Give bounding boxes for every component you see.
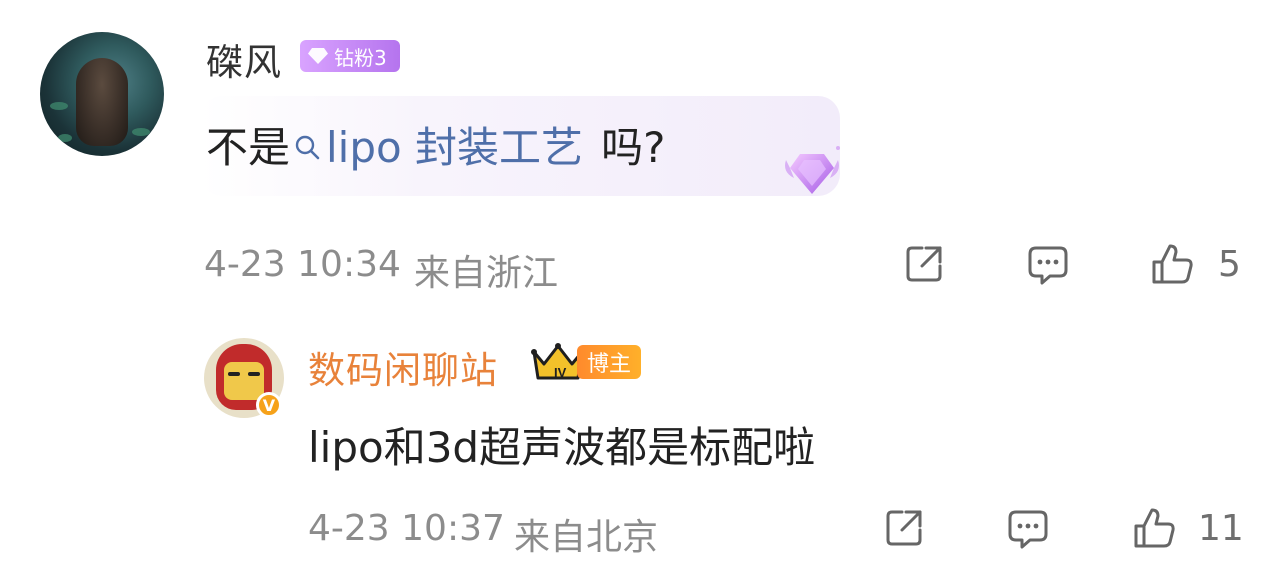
comment-text-prefix: 不是 — [206, 123, 291, 172]
leaf-decoration — [58, 134, 72, 142]
avatar-figure — [76, 58, 128, 146]
username[interactable]: 磔风 — [206, 32, 282, 86]
diamond-gem-icon — [308, 48, 328, 64]
faceplate-shape — [224, 362, 264, 400]
comment-time: 4-23 10:34 — [204, 244, 401, 285]
like-icon[interactable] — [1132, 506, 1176, 550]
search-icon — [295, 135, 320, 159]
diamond-medal-icon — [785, 146, 840, 194]
share-icon[interactable] — [902, 242, 946, 286]
leaf-decoration — [132, 128, 150, 136]
topic-label: lipo 封装工艺 — [326, 123, 584, 172]
comment-time: 4-23 10:37 — [308, 508, 505, 549]
avatar[interactable] — [40, 32, 164, 156]
blogger-badge[interactable]: 博主 — [577, 345, 641, 379]
like-icon[interactable] — [1150, 242, 1194, 286]
comment-location: 来自北京 — [514, 517, 659, 558]
comment-text: 不是 lipo 封装工艺 吗? — [206, 114, 665, 175]
comment-location: 来自浙江 — [414, 253, 559, 294]
comment-text: lipo和3d超声波都是标配啦 — [308, 423, 816, 472]
like-count: 5 — [1218, 244, 1241, 285]
fan-level-badge[interactable]: 钻粉3 — [300, 40, 400, 72]
crown-level-text: IV — [554, 365, 567, 380]
comment-icon[interactable] — [1026, 242, 1070, 286]
comment-icon[interactable] — [1006, 506, 1050, 550]
like-count: 11 — [1198, 508, 1244, 549]
share-icon[interactable] — [882, 506, 926, 550]
fan-badge-label: 钻粉3 — [334, 45, 387, 70]
comment-text-suffix: 吗? — [601, 123, 666, 172]
username[interactable]: 数码闲聊站 — [308, 340, 498, 394]
verified-badge: V — [256, 392, 282, 418]
leaf-decoration — [50, 102, 68, 110]
eye-shape — [228, 372, 240, 376]
eye-shape — [248, 372, 260, 376]
topic-link[interactable]: lipo 封装工艺 — [294, 114, 583, 175]
